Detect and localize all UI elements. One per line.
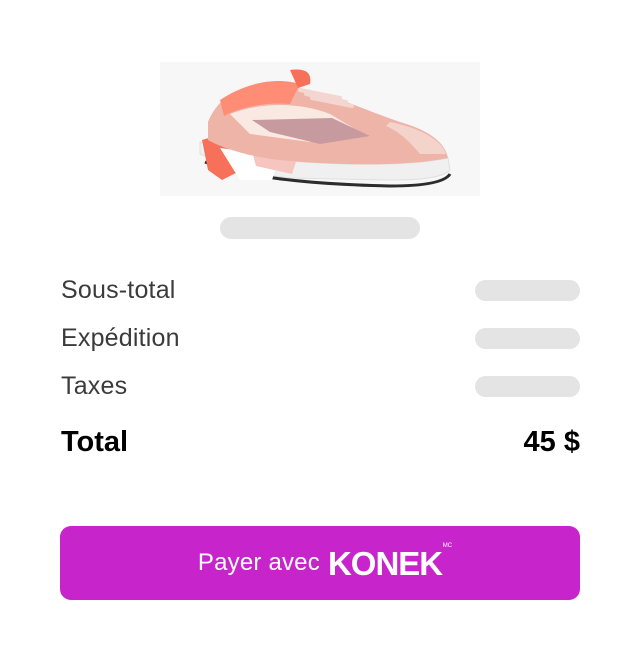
taxes-value-placeholder [475, 376, 580, 397]
shipping-value-placeholder [475, 328, 580, 349]
shipping-label: Expédition [61, 324, 180, 352]
konek-logo: KONEK MC [327, 543, 452, 582]
product-image [160, 62, 480, 196]
total-value: 45 $ [523, 426, 580, 458]
product-name-placeholder [220, 217, 420, 239]
konek-trademark: MC [442, 542, 453, 549]
konek-logo-text: KONEK [327, 544, 443, 582]
pay-button-label: Payer avec [197, 549, 320, 576]
total-label: Total [61, 426, 129, 458]
taxes-label: Taxes [61, 372, 128, 400]
subtotal-label: Sous-total [61, 276, 176, 304]
sneaker-icon [160, 62, 480, 196]
subtotal-value-placeholder [475, 280, 580, 301]
pay-with-konek-button[interactable]: Payer avec KONEK MC [60, 526, 580, 600]
